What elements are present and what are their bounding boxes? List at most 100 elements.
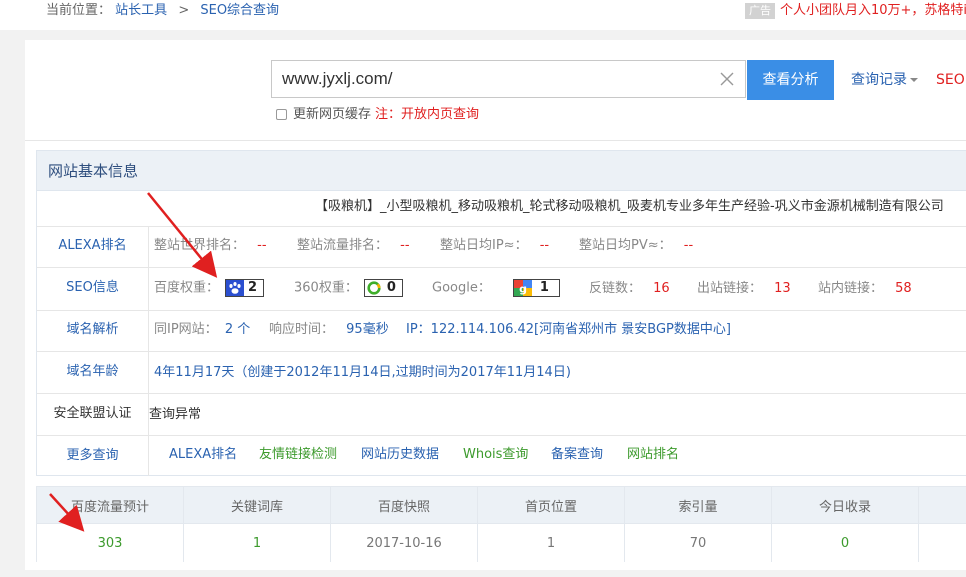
breadcrumb-link-tools[interactable]: 站长工具: [115, 3, 167, 18]
chevron-down-icon: [910, 78, 918, 82]
google-rank-badge[interactable]: g1: [512, 279, 560, 297]
alexa-traffic-rank: 整站流量排名： --: [297, 237, 410, 255]
ip-info[interactable]: IP：122.114.106.42[河南省郑州市 景安BGP数据中心]: [406, 321, 731, 339]
stats-keywords[interactable]: 1: [183, 523, 331, 562]
breadcrumb-separator: >: [178, 3, 190, 18]
response-time-value: 95毫秒: [346, 322, 389, 337]
row-label-security: 安全联盟认证: [53, 406, 132, 421]
alexa-world-value: --: [257, 238, 267, 253]
alexa-ip-label: 整站日均IP≈：: [440, 238, 528, 253]
baidu-weight: 百度权重： 2: [154, 279, 265, 298]
cache-checkbox-label[interactable]: 更新网页缓存: [293, 107, 371, 122]
breadcrumb-prefix: 当前位置：: [46, 3, 112, 18]
breadcrumb-link-seo[interactable]: SEO综合查询: [200, 3, 279, 18]
more-link-friendlinks[interactable]: 友情链接检测: [259, 446, 337, 464]
more-link-whois[interactable]: Whois查询: [463, 446, 528, 464]
row-divider: [37, 267, 966, 268]
more-link-ranking[interactable]: 网站排名: [627, 446, 679, 464]
column-divider: [148, 226, 149, 476]
internal-links: 站内链接： 58: [818, 280, 912, 298]
breadcrumb: 当前位置： 站长工具 > SEO综合查询: [46, 2, 279, 20]
stats-header-snapshot: 百度快照: [330, 486, 478, 524]
alexa-world-rank: 整站世界排名： --: [154, 237, 267, 255]
row-label-seo[interactable]: SEO信息: [37, 279, 148, 297]
top-bar: 当前位置： 站长工具 > SEO综合查询 广告 个人小团队月入10万+，苏格特i: [0, 0, 966, 30]
stats-extra: [918, 523, 966, 562]
stats-snapshot: 2017-10-16: [330, 523, 478, 562]
response-time: 响应时间： 95毫秒: [269, 321, 389, 339]
so360-weight: 360权重： 0: [294, 279, 403, 298]
row-label-age[interactable]: 域名年龄: [37, 363, 148, 381]
stats-today-indexed[interactable]: 0: [771, 523, 919, 562]
row-divider: [37, 351, 966, 352]
stats-table: 百度流量预计 关键词库 百度快照 首页位置 索引量 今日收录 303 1 201…: [36, 486, 966, 562]
row-label-domain[interactable]: 域名解析: [37, 321, 148, 339]
more-link-icp[interactable]: 备案查询: [551, 446, 603, 464]
stats-header-index: 索引量: [624, 486, 772, 524]
same-ip-value[interactable]: 2 个: [225, 322, 250, 337]
so360-icon: [364, 280, 383, 296]
search-input[interactable]: [282, 61, 712, 97]
alexa-traffic-value: --: [400, 238, 410, 253]
site-title: 【吸粮机】_小型吸粮机_移动吸粮机_轮式移动吸粮机_吸麦机专业多年生产经验-巩义…: [315, 199, 944, 214]
outbound-links-value[interactable]: 13: [774, 281, 791, 296]
google-rank-value: 1: [539, 280, 549, 295]
internal-links-label: 站内链接：: [818, 281, 884, 296]
divider: [25, 140, 966, 141]
search-box: [271, 60, 746, 98]
panel-title: 网站基本信息: [48, 162, 139, 180]
note-link[interactable]: 开放内页查询: [401, 107, 479, 122]
alexa-daily-ip: 整站日均IP≈： --: [440, 237, 549, 255]
row-divider: [37, 393, 966, 394]
ad-text[interactable]: 个人小团队月入10万+，苏格特i: [780, 3, 966, 18]
more-link-alexa[interactable]: ALEXA排名: [169, 446, 237, 464]
google-rank-label: Google：: [432, 280, 491, 296]
history-dropdown[interactable]: 查询记录: [851, 71, 918, 89]
stats-header-row: 百度流量预计 关键词库 百度快照 首页位置 索引量 今日收录: [36, 486, 966, 524]
baidu-weight-badge[interactable]: 2: [225, 279, 265, 297]
alexa-daily-pv: 整站日均PV≈： --: [579, 237, 693, 255]
history-label: 查询记录: [851, 72, 907, 88]
backlinks-value[interactable]: 16: [653, 281, 670, 296]
panel-header: 网站基本信息: [37, 151, 966, 191]
stats-header-today-indexed: 今日收录: [771, 486, 919, 524]
baidu-weight-label: 百度权重：: [154, 280, 220, 296]
cache-row: 更新网页缓存 注：开放内页查询: [276, 107, 479, 123]
response-time-label: 响应时间：: [269, 322, 335, 337]
outbound-links: 出站链接： 13: [697, 280, 791, 298]
svg-text:g: g: [519, 283, 527, 296]
google-icon: g: [513, 280, 532, 296]
stats-header-baidu-traffic: 百度流量预计: [36, 486, 184, 524]
note: 注：开放内页查询: [375, 107, 479, 122]
alexa-traffic-label: 整站流量排名：: [297, 238, 389, 253]
baidu-weight-value: 2: [248, 280, 258, 295]
google-rank: Google： g 1: [432, 279, 560, 298]
internal-links-value[interactable]: 58: [895, 281, 912, 296]
stats-grid: 百度流量预计 关键词库 百度快照 首页位置 索引量 今日收录 303 1 201…: [36, 486, 966, 562]
more-link-history[interactable]: 网站历史数据: [361, 446, 439, 464]
ad-tag: 广告: [745, 3, 775, 19]
row-label-more: 更多查询: [66, 448, 119, 463]
so360-weight-value: 0: [386, 280, 396, 295]
note-prefix: 注：: [375, 107, 402, 122]
row-divider: [37, 226, 966, 227]
row-label-alexa[interactable]: ALEXA排名: [37, 237, 148, 255]
stats-baidu-traffic[interactable]: 303: [36, 523, 184, 562]
alexa-pv-label: 整站日均PV≈：: [579, 238, 672, 253]
alexa-ip-value: --: [539, 238, 550, 253]
cache-checkbox[interactable]: [276, 109, 287, 120]
alexa-world-label: 整站世界排名：: [154, 238, 246, 253]
stats-header-keywords: 关键词库: [183, 486, 331, 524]
clear-icon[interactable]: [719, 71, 735, 87]
so360-weight-badge[interactable]: 0: [363, 279, 403, 297]
alexa-pv-value: --: [683, 238, 694, 253]
row-divider: [37, 435, 966, 436]
stats-header-homepage-position: 首页位置: [477, 486, 625, 524]
ad-banner[interactable]: 广告 个人小团队月入10万+，苏格特i: [745, 2, 966, 20]
search-button[interactable]: 查看分析: [747, 60, 834, 100]
domain-age-value: 4年11月17天（创建于2012年11月14日,过期时间为2017年11月14日…: [154, 365, 571, 380]
security-value: 查询异常: [149, 407, 202, 422]
row-divider: [37, 310, 966, 311]
seo-link[interactable]: SEO: [936, 71, 965, 89]
backlinks-label: 反链数：: [589, 281, 642, 296]
